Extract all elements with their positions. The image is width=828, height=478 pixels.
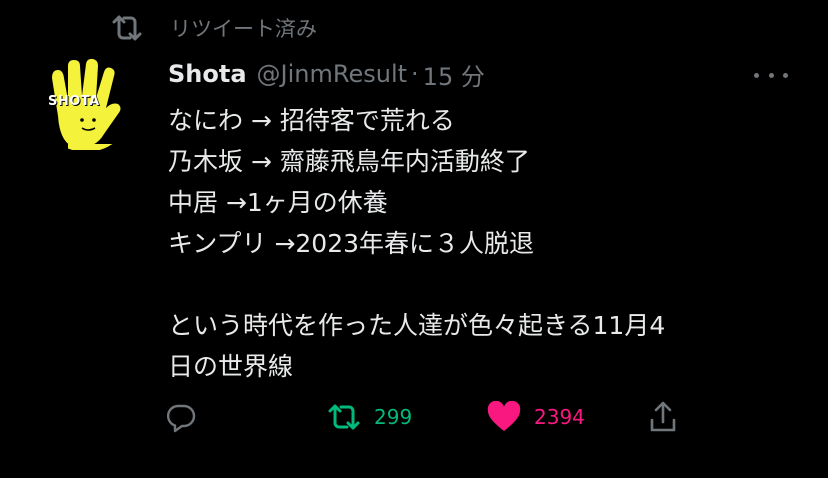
tweet-line: キンプリ →2023年春に３人脱退: [168, 229, 535, 258]
reply-icon: [164, 400, 198, 434]
tweet-line: という時代を作った人達が色々起きる11月4: [168, 311, 666, 340]
retweet-header-label: リツイート済み: [170, 17, 317, 41]
tweet-body: なにわ → 招待客で荒れる 乃木坂 → 齋藤飛鳥年内活動終了 中居 →1ヶ月の休…: [168, 100, 788, 387]
more-icon-dot: [754, 72, 759, 78]
like-button[interactable]: 2394: [486, 398, 585, 436]
reply-button[interactable]: [164, 398, 198, 436]
retweet-button[interactable]: 299: [326, 398, 412, 436]
display-name[interactable]: Shota: [168, 60, 247, 88]
tweet-line: 乃木坂 → 齋藤飛鳥年内活動終了: [168, 147, 530, 176]
like-count: 2394: [534, 405, 585, 429]
tweet-line: なにわ → 招待客で荒れる: [168, 106, 455, 135]
share-button[interactable]: [648, 398, 678, 436]
user-handle[interactable]: @JinmResult: [257, 60, 408, 88]
tweet-header: Shota @JinmResult · 15 分: [168, 54, 485, 94]
share-icon: [648, 400, 678, 434]
avatar[interactable]: SHOTA: [38, 56, 134, 152]
tweet-line: 日の世界線: [168, 352, 294, 381]
retweet-header[interactable]: リツイート済み: [110, 12, 317, 44]
retweet-count: 299: [374, 405, 413, 429]
retweet-icon: [110, 14, 144, 42]
more-options-button[interactable]: [754, 64, 788, 86]
heart-icon: [486, 401, 522, 433]
tweet-line: 中居 →1ヶ月の休養: [168, 188, 388, 217]
avatar-logo-text: SHOTA: [48, 94, 100, 109]
tweet-actions: 299 2394: [164, 398, 688, 436]
more-icon-dot: [783, 72, 788, 78]
tweet-timestamp[interactable]: 15 分: [423, 57, 485, 92]
separator-dot: ·: [411, 60, 419, 88]
more-icon-dot: [768, 72, 774, 78]
retweet-icon: [326, 402, 362, 432]
